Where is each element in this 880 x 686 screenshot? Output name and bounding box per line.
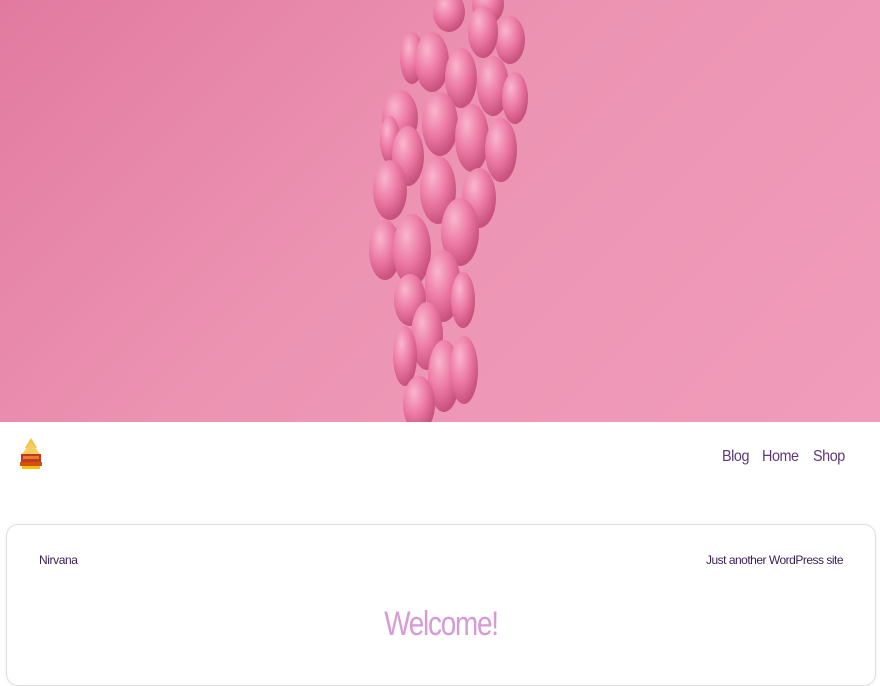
balloon-shape bbox=[422, 92, 458, 156]
pagoda-logo-icon[interactable] bbox=[18, 436, 44, 472]
balloon-shape bbox=[393, 326, 417, 386]
balloon-shape bbox=[485, 118, 517, 182]
balloon-shape bbox=[495, 16, 525, 64]
balloon-shape bbox=[451, 272, 475, 328]
nav-item-blog[interactable]: Blog bbox=[722, 448, 749, 466]
nav-item-home[interactable]: Home bbox=[762, 448, 799, 466]
site-tagline: Just another WordPress site bbox=[705, 553, 844, 567]
balloon-shape bbox=[468, 6, 498, 58]
page-title: Welcome! bbox=[384, 605, 499, 643]
main-nav: Blog Home Shop bbox=[722, 448, 848, 466]
content-card: Nirvana Just another WordPress site Welc… bbox=[6, 524, 876, 686]
hero-banner bbox=[0, 0, 880, 422]
balloon-shape bbox=[450, 336, 478, 404]
balloon-shape bbox=[502, 72, 528, 124]
site-header: Blog Home Shop bbox=[0, 422, 880, 522]
balloon-bunch-image bbox=[369, 0, 528, 422]
balloon-shape bbox=[415, 32, 449, 92]
balloon-shape bbox=[455, 104, 489, 172]
balloon-shape bbox=[433, 0, 465, 32]
balloon-shape bbox=[373, 160, 407, 220]
nav-item-shop[interactable]: Shop bbox=[813, 448, 845, 466]
site-title-link[interactable]: Nirvana bbox=[39, 553, 78, 567]
